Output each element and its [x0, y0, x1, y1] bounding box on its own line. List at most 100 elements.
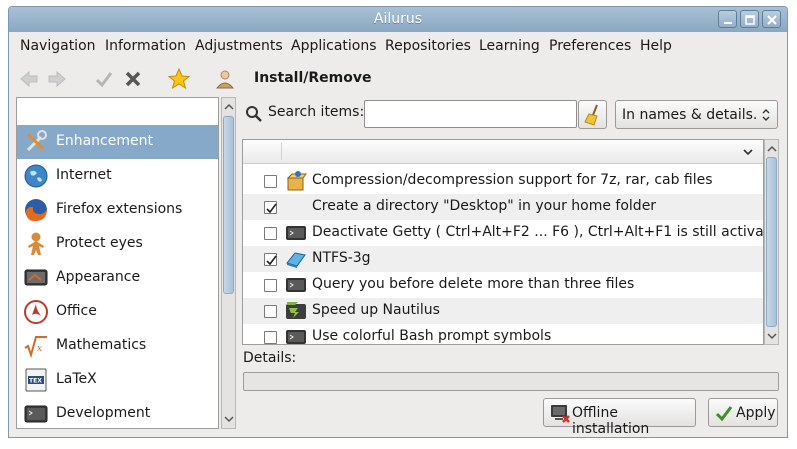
check-icon [715, 406, 733, 422]
menu-applications[interactable]: Applications [291, 38, 377, 54]
item-label: Create a directory "Desktop" in your hom… [312, 198, 657, 214]
menu-preferences[interactable]: Preferences [549, 38, 631, 54]
sidebar-item-development[interactable]: Development [17, 397, 218, 431]
monitor-icon [24, 269, 48, 286]
sidebar-item-internet[interactable]: Internet [17, 159, 218, 193]
item-label: Compression/decompression support for 7z… [312, 172, 713, 188]
clear-search-button[interactable] [578, 100, 607, 129]
cancel-x-icon[interactable] [121, 67, 145, 91]
sidebar-item-label: Protect eyes [56, 235, 143, 251]
menu-information[interactable]: Information [105, 38, 186, 54]
item-checkbox[interactable] [264, 253, 277, 266]
menu-learning[interactable]: Learning [479, 38, 540, 54]
office-icon [24, 300, 48, 324]
window-title: Ailurus [373, 11, 423, 27]
sidebar-item-firefox-extensions[interactable]: Firefox extensions [17, 193, 218, 227]
chevron-updown-icon [762, 109, 770, 121]
list-item[interactable]: Create a directory "Desktop" in your hom… [243, 194, 763, 220]
list-item[interactable]: Compression/decompression support for 7z… [243, 168, 763, 194]
item-label: Use colorful Bash prompt symbols [312, 328, 552, 344]
menu-bar: Navigation Information Adjustments Appli… [9, 36, 787, 58]
sidebar-item-mathematics[interactable]: x Mathematics [17, 329, 218, 363]
search-scope-select[interactable]: In names & details. [615, 100, 778, 129]
firefox-icon [25, 199, 47, 222]
scroll-down-icon[interactable] [224, 414, 234, 424]
sidebar-item-label: LaTeX [56, 371, 97, 387]
list-item[interactable]: Deactivate Getty ( Ctrl+Alt+F2 ... F6 ),… [243, 220, 763, 246]
maximize-button[interactable] [740, 10, 759, 28]
scroll-up-icon[interactable] [767, 144, 777, 154]
list-item[interactable]: Use colorful Bash prompt symbols [243, 324, 763, 344]
item-checkbox[interactable] [264, 331, 277, 344]
checkmark-icon [266, 203, 277, 214]
star-icon[interactable] [167, 67, 191, 91]
scroll-down-icon[interactable] [767, 331, 777, 341]
svg-text:x: x [37, 344, 42, 354]
scroll-up-icon[interactable] [224, 102, 234, 112]
tex-icon: TEX [25, 368, 47, 392]
toolbar: Install/Remove [9, 63, 787, 95]
sidebar-item-label: Internet [56, 167, 112, 183]
sidebar-item-label: Appearance [56, 269, 141, 285]
apply-button[interactable]: Apply [708, 398, 778, 427]
list-item[interactable]: NTFS-3g [243, 246, 763, 272]
menu-navigation[interactable]: Navigation [20, 38, 96, 54]
offline-installation-button[interactable]: Offline installation [543, 398, 696, 437]
sidebar-scroll-thumb[interactable] [223, 116, 234, 294]
offline-installation-label: Offline installation [572, 405, 650, 437]
terminal-icon [286, 226, 306, 240]
details-label: Details: [243, 350, 297, 366]
user-install-icon[interactable] [213, 67, 237, 91]
close-button[interactable] [762, 10, 781, 28]
sidebar-item-office[interactable]: Office [17, 295, 218, 329]
item-label: Query you before delete more than three … [312, 276, 635, 292]
search-scope-value: In names & details. [622, 107, 758, 123]
disk-icon [286, 252, 306, 268]
minimize-icon [724, 22, 732, 24]
item-checkbox[interactable] [264, 279, 277, 292]
sidebar-item-latex[interactable]: TEX LaTeX [17, 363, 218, 397]
list-item[interactable]: Speed up Nautilus [243, 298, 763, 324]
category-sidebar: Enhancement Internet Firefox extensions … [16, 97, 219, 429]
list-scrollbar[interactable] [764, 139, 779, 345]
item-checkbox[interactable] [264, 305, 277, 318]
sidebar-scrollbar[interactable] [221, 97, 236, 429]
chevron-down-icon[interactable] [743, 148, 753, 156]
search-input[interactable] [364, 100, 577, 128]
nautilus-icon [286, 302, 306, 319]
checkmark-icon [266, 255, 277, 266]
app-window: Ailurus Navigation Information Adjustmen… [8, 6, 788, 438]
item-checkbox[interactable] [264, 175, 277, 188]
list-header[interactable] [243, 140, 763, 164]
svg-text:TEX: TEX [29, 378, 42, 385]
column-divider [281, 143, 282, 160]
menu-repositories[interactable]: Repositories [385, 38, 471, 54]
sidebar-item-label: Development [56, 405, 151, 421]
item-checkbox[interactable] [264, 227, 277, 240]
sidebar-item-enhancement[interactable]: Enhancement [17, 125, 218, 159]
check-icon[interactable] [92, 67, 116, 91]
list-scroll-thumb[interactable] [766, 157, 777, 327]
item-label: Deactivate Getty ( Ctrl+Alt+F2 ... F6 ),… [312, 224, 764, 240]
sidebar-item-label: Enhancement [56, 133, 153, 149]
back-arrow-icon[interactable] [17, 67, 41, 91]
forward-arrow-icon[interactable] [45, 67, 69, 91]
sidebar-item-label: Firefox extensions [56, 201, 183, 217]
sidebar-item-label: Mathematics [56, 337, 147, 353]
page-title: Install/Remove [254, 70, 372, 86]
item-checkbox[interactable] [264, 201, 277, 214]
sidebar-item-appearance[interactable]: Appearance [17, 261, 218, 295]
search-label: Search items: [268, 104, 365, 120]
items-list: Compression/decompression support for 7z… [242, 139, 764, 345]
sidebar-item-protect-eyes[interactable]: Protect eyes [17, 227, 218, 261]
details-progress-bar [243, 372, 779, 391]
sidebar-item-label: Office [56, 303, 97, 319]
list-item[interactable]: Query you before delete more than three … [243, 272, 763, 298]
menu-adjustments[interactable]: Adjustments [195, 38, 283, 54]
minimize-button[interactable] [718, 10, 737, 28]
menu-help[interactable]: Help [640, 38, 672, 54]
close-icon [767, 15, 777, 25]
title-bar[interactable]: Ailurus [9, 7, 787, 32]
terminal-icon [24, 405, 48, 423]
apply-label: Apply [736, 405, 776, 421]
